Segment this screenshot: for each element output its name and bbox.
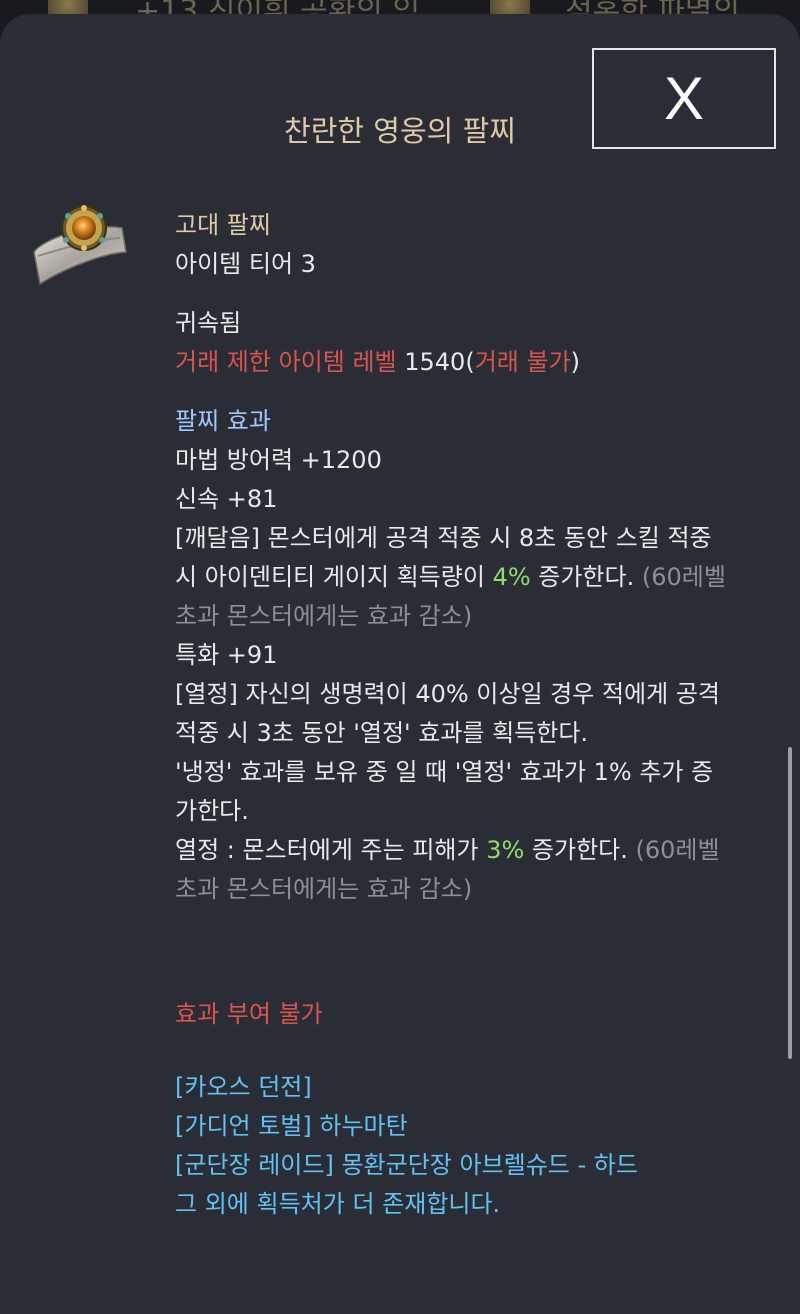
trade-status: 거래 불가 [474, 348, 571, 376]
awakening-note-line: 초과 몬스터에게는 효과 감소) [175, 602, 473, 630]
awakening-text-post: 증가한다. [530, 563, 642, 591]
bracelet-icon [28, 194, 132, 298]
item-tooltip-modal: X 찬란한 영웅의 팔찌 고대 팔찌 아이템 티어 3 귀속됨 거래 제한 아이… [0, 14, 800, 1314]
passion-effect-line-4: 가한다. [175, 797, 249, 825]
source-legion-raid[interactable]: [군단장 레이드] 몽환군단장 아브렐슈드 - 하드 [175, 1146, 775, 1185]
trade-close-paren: ) [570, 348, 581, 376]
bound-status: 귀속됨 [175, 309, 242, 337]
passion-text-post: 증가한다. [524, 836, 636, 864]
source-more-info[interactable]: 그 외에 획득처가 더 존재합니다. [175, 1185, 775, 1224]
passion-note: (60레벨 [635, 836, 720, 864]
specialization-stat: 특화 +91 [175, 641, 278, 669]
swiftness-stat: 신속 +81 [175, 485, 278, 513]
effects-header: 팔찌 효과 [175, 407, 271, 435]
awakening-value: 4% [492, 563, 531, 591]
item-title: 찬란한 영웅의 팔찌 [284, 114, 516, 148]
awakening-effect-line-2: 시 아이덴티티 게이지 획득량이 4% 증가한다. (60레벨 [175, 558, 775, 597]
passion-effect-line-1: [열정] 자신의 생명력이 40% 이상일 경우 적에게 공격 [175, 680, 720, 708]
trade-limit-line: 거래 제한 아이템 레벨 1540(거래 불가) [175, 343, 775, 382]
passion-effect-line-2: 적중 시 3초 동안 '열정' 효과를 획득한다. [175, 719, 589, 747]
enchant-status: 효과 부여 불가 [175, 1000, 323, 1028]
passion-effect-line-3: '냉정' 효과를 보유 중 일 때 '열정' 효과가 1% 추가 증 [175, 758, 714, 786]
magic-defense-stat: 마법 방어력 +1200 [175, 446, 382, 474]
item-tier: 아이템 티어 3 [175, 250, 316, 278]
item-details: 고대 팔찌 아이템 티어 3 귀속됨 거래 제한 아이템 레벨 1540(거래 … [175, 206, 775, 1224]
awakening-note: (60레벨 [641, 563, 726, 591]
passion-text: 열정 : 몬스터에게 주는 피해가 [175, 836, 487, 864]
trade-limit-label: 거래 제한 아이템 레벨 [175, 348, 397, 376]
passion-value: 3% [486, 836, 525, 864]
awakening-text: 시 아이덴티티 게이지 획득량이 [175, 563, 493, 591]
item-type: 고대 팔찌 [175, 211, 271, 239]
source-chaos-dungeon[interactable]: [카오스 던전] [175, 1068, 775, 1107]
trade-open-paren: ( [465, 348, 475, 376]
passion-note-line: 초과 몬스터에게는 효과 감소) [175, 875, 473, 903]
source-guardian-raid[interactable]: [가디언 토벌] 하누마탄 [175, 1107, 775, 1146]
trade-limit-level: 1540 [404, 348, 466, 376]
passion-effect-line-5: 열정 : 몬스터에게 주는 피해가 3% 증가한다. (60레벨 [175, 831, 775, 870]
awakening-effect-line-1: [깨달음] 몬스터에게 공격 적중 시 8초 동안 스킬 적중 [175, 524, 712, 552]
scrollbar[interactable] [788, 747, 792, 1059]
